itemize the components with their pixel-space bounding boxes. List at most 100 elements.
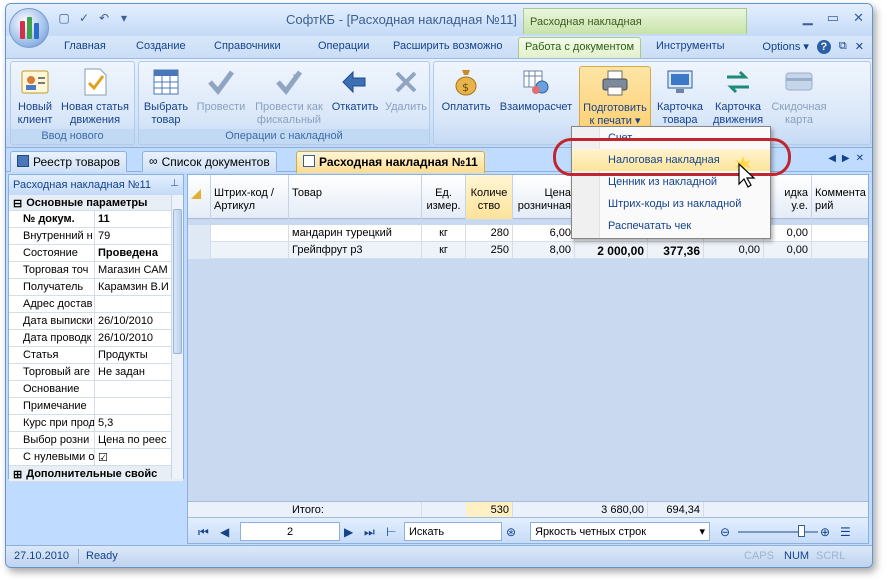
scroll-thumb[interactable] (173, 209, 182, 354)
prop-row[interactable]: Адрес достав (9, 296, 183, 313)
zoom-slider-thumb[interactable] (798, 525, 805, 537)
header-barcode[interactable]: Штрих-код / Артикул (211, 175, 289, 219)
prop-group-main[interactable]: ⊟ Основные параметры (9, 195, 183, 211)
app-orb-button[interactable] (9, 8, 49, 48)
prop-value[interactable]: 79 (95, 228, 183, 244)
movement-card-button[interactable]: Карточка движения (709, 66, 767, 127)
prop-row[interactable]: Торговый аге Не задан (9, 364, 183, 381)
cell-unit[interactable]: кг (422, 225, 466, 242)
zoom-slider[interactable] (738, 531, 818, 533)
columns-menu-icon[interactable]: ☰ (840, 525, 851, 539)
prop-row[interactable]: № докум. 11 (9, 211, 183, 228)
prop-value[interactable]: ☑ (95, 449, 183, 465)
prop-value[interactable]: 26/10/2010 (95, 313, 183, 329)
tab-close-icon[interactable]: ✕ (856, 153, 864, 164)
prop-group-extra[interactable]: ⊞ Дополнительные свойс (9, 466, 183, 482)
tab-create[interactable]: Создание (136, 40, 186, 52)
cell-price[interactable]: 8,00 (513, 242, 575, 259)
post-button[interactable]: Провести (195, 66, 247, 114)
help-icon[interactable]: ? (816, 40, 831, 54)
table-row[interactable]: Грейпфрут р3 кг 250 8,00 2 000,00 377,36… (188, 242, 868, 259)
header-unit[interactable]: Ед. измер. (422, 175, 466, 219)
pay-button[interactable]: $ Оплатить (438, 66, 494, 114)
product-card-button[interactable]: Карточка товара (653, 66, 707, 127)
first-page-icon[interactable]: ⏮ (198, 525, 209, 540)
cell-barcode[interactable] (211, 242, 289, 259)
prop-value[interactable]: Цена по реес (95, 432, 183, 448)
prop-value[interactable]: 5,3 (95, 415, 183, 431)
prop-row[interactable]: Получатель Карамзин В.И (9, 279, 183, 296)
discount-card-button[interactable]: Скидочная карта (768, 66, 830, 127)
undo-icon[interactable]: ↶ (96, 10, 112, 26)
prop-row[interactable]: Курс при прод 5,3 (9, 415, 183, 432)
prop-row[interactable]: Дата выписки 26/10/2010 (9, 313, 183, 330)
properties-scrollbar[interactable] (171, 195, 183, 479)
doc-tab-documents-list[interactable]: ∞ Список документов (142, 151, 277, 172)
cell-vat[interactable]: 377,36 (648, 242, 704, 259)
cell-barcode[interactable] (211, 225, 289, 242)
prop-value[interactable]: Карамзин В.И (95, 279, 183, 295)
tab-operations[interactable]: Операции (318, 40, 369, 52)
restore-icon[interactable]: ⧉ (839, 40, 847, 54)
search-input[interactable]: Искать (404, 522, 502, 541)
prop-row[interactable]: Примечание (9, 398, 183, 415)
new-client-button[interactable]: Новый клиент (15, 66, 55, 127)
tab-home[interactable]: Главная (64, 40, 106, 52)
brightness-select[interactable]: Яркость четных строк ▾ (530, 522, 710, 541)
menu-item-print-receipt[interactable]: Распечатать чек (572, 215, 770, 237)
doc-tab-invoice[interactable]: Расходная накладная №11 (296, 151, 485, 173)
prev-page-icon[interactable]: ◀ (220, 525, 229, 539)
prop-row[interactable]: Торговая точ Магазин САМ (9, 262, 183, 279)
header-comment[interactable]: Коммента рий (812, 175, 868, 219)
header-price[interactable]: Цена розничная (513, 175, 575, 219)
cell-discount[interactable]: 0,00 (764, 242, 812, 259)
zoom-out-icon[interactable]: ⊖ (720, 525, 730, 539)
post-fiscal-button[interactable]: ! Провести как фискальный (251, 66, 327, 127)
menu-item-barcodes[interactable]: Штрих-коды из накладной (572, 193, 770, 215)
prop-value[interactable]: 26/10/2010 (95, 330, 183, 346)
cell-comment[interactable] (812, 225, 868, 242)
tab-references[interactable]: Справочники (214, 40, 281, 52)
maximize-icon[interactable]: ▭ (827, 10, 839, 26)
prop-value[interactable]: 11 (95, 211, 183, 227)
select-product-button[interactable]: Выбрать товар (142, 66, 190, 127)
cell-qty[interactable]: 250 (466, 242, 513, 259)
delete-button[interactable]: Удалить (383, 66, 429, 114)
next-page-icon[interactable]: ▶ (344, 525, 353, 539)
tab-extend[interactable]: Расширить возможно (393, 40, 503, 52)
prop-row[interactable]: Основание (9, 381, 183, 398)
options-menu[interactable]: Options ▾ (762, 40, 809, 54)
prop-row[interactable]: Состояние Проведена (9, 245, 183, 262)
settlement-button[interactable]: Взаиморасчет (496, 66, 576, 114)
prop-row[interactable]: С нулевыми о ☑ (9, 449, 183, 466)
close-icon[interactable]: ✕ (853, 10, 864, 26)
last-page-icon[interactable]: ⏭ (364, 525, 375, 540)
zoom-in-icon[interactable]: ⊕ (820, 525, 830, 539)
add-record-icon[interactable]: ⊢ (386, 525, 396, 539)
prop-row[interactable]: Статья Продукты (9, 347, 183, 364)
check-icon[interactable]: ✓ (76, 10, 92, 26)
binoculars-icon[interactable]: ⊛ (506, 525, 516, 539)
cell-discount[interactable]: 0,00 (764, 225, 812, 242)
cell-product[interactable]: Грейпфрут р3 (289, 242, 422, 259)
cell-product[interactable]: мандарин турецкий (289, 225, 422, 242)
prop-value[interactable] (95, 296, 183, 312)
cell-z[interactable]: 0,00 (704, 242, 764, 259)
header-discount[interactable]: идка у.е. (764, 175, 812, 219)
cell-price[interactable]: 6,00 (513, 225, 575, 242)
new-doc-icon[interactable]: ▢ (56, 10, 72, 26)
qat-dropdown-icon[interactable]: ▾ (116, 10, 132, 26)
prop-value[interactable]: Продукты (95, 347, 183, 363)
prop-value[interactable] (95, 381, 183, 397)
doc-tab-product-registry[interactable]: Реестр товаров (10, 151, 127, 172)
rollback-button[interactable]: Откатить (330, 66, 380, 114)
tab-document-work[interactable]: Работа с документом (518, 37, 642, 58)
tab-next-icon[interactable]: ▶ (842, 153, 850, 164)
prepare-print-button[interactable]: Подготовить к печати ▾ (579, 66, 651, 131)
tab-tools[interactable]: Инструменты (656, 40, 725, 52)
pin-icon[interactable]: ⊥ (170, 178, 179, 189)
cell-sum[interactable]: 2 000,00 (575, 242, 648, 259)
prop-row[interactable]: Выбор розни Цена по реес (9, 432, 183, 449)
prop-value[interactable]: Не задан (95, 364, 183, 380)
cell-qty[interactable]: 280 (466, 225, 513, 242)
